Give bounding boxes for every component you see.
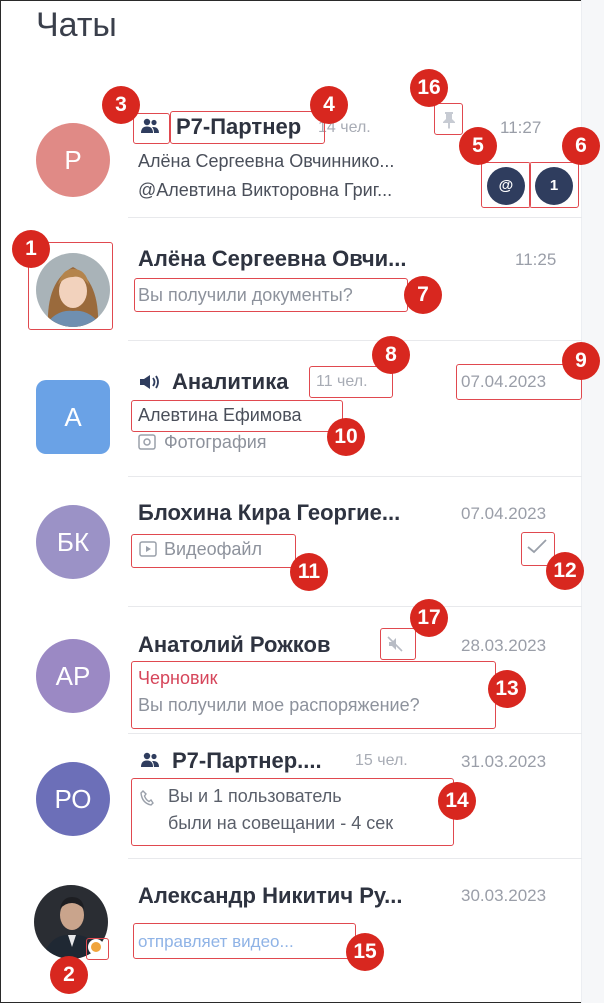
annotation-box-6	[529, 162, 579, 208]
avatar: РО	[36, 762, 110, 836]
annotation-box-10	[131, 400, 343, 432]
divider	[128, 858, 582, 859]
callout-15: 15	[346, 933, 384, 971]
last-message: @Алевтина Викторовна Григ...	[138, 180, 393, 200]
avatar: Р	[36, 123, 110, 197]
divider	[128, 733, 582, 734]
callout-12: 12	[546, 552, 584, 590]
channel-icon	[140, 375, 159, 389]
annotation-box-17	[380, 628, 416, 660]
chat-time: 31.03.2023	[461, 752, 547, 771]
annotation-box-3	[133, 113, 170, 144]
chat-time: 28.03.2023	[461, 636, 547, 655]
chat-time: 07.04.2023	[461, 504, 547, 523]
callout-2: 2	[50, 956, 88, 994]
callout-7: 7	[404, 276, 442, 314]
callout-3: 3	[102, 86, 140, 124]
divider	[128, 340, 582, 341]
callout-1: 1	[12, 230, 50, 268]
annotation-box-11	[131, 534, 296, 568]
callout-11: 11	[290, 553, 328, 591]
annotation-box-16	[434, 103, 463, 135]
page-title: Чаты	[36, 6, 117, 44]
group-icon	[141, 752, 159, 767]
divider	[128, 606, 582, 607]
callout-16: 16	[410, 69, 448, 107]
callout-10: 10	[327, 418, 365, 456]
callout-6: 6	[562, 127, 600, 165]
annotation-box-4	[170, 111, 325, 144]
photo-icon	[138, 434, 156, 450]
avatar: А	[36, 380, 110, 454]
divider	[128, 476, 582, 477]
avatar: БК	[36, 505, 110, 579]
annotation-box-5	[481, 162, 531, 208]
annotation-box-2	[86, 938, 109, 960]
chat-time: 11:25	[515, 250, 557, 269]
callout-4: 4	[310, 86, 348, 124]
last-message: Фотография	[164, 432, 267, 452]
callout-8: 8	[372, 336, 410, 374]
chat-name: Анатолий Рожков	[138, 632, 331, 657]
chat-name: Александр Никитич Ру...	[138, 883, 403, 908]
chat-time: 11:27	[500, 118, 542, 137]
chat-name: Аналитика	[172, 369, 289, 394]
divider	[128, 217, 582, 218]
callout-5: 5	[459, 127, 497, 165]
members-count: 15 чел.	[355, 752, 408, 769]
chat-time: 30.03.2023	[461, 886, 547, 905]
last-sender: Алёна Сергеевна Овчиннико...	[138, 151, 395, 171]
annotation-box-15	[133, 923, 356, 959]
callout-14: 14	[438, 782, 476, 820]
callout-9: 9	[562, 342, 600, 380]
chat-name: Алёна Сергеевна Овчи...	[138, 246, 407, 271]
chat-name: Р7-Партнер....	[172, 748, 322, 773]
callout-13: 13	[488, 670, 526, 708]
annotation-box-13	[131, 661, 496, 729]
callout-17: 17	[410, 599, 448, 637]
annotation-box-14	[131, 778, 454, 846]
annotation-box-7	[134, 278, 408, 312]
chat-name: Блохина Кира Георгие...	[138, 500, 401, 525]
avatar: АР	[36, 639, 110, 713]
